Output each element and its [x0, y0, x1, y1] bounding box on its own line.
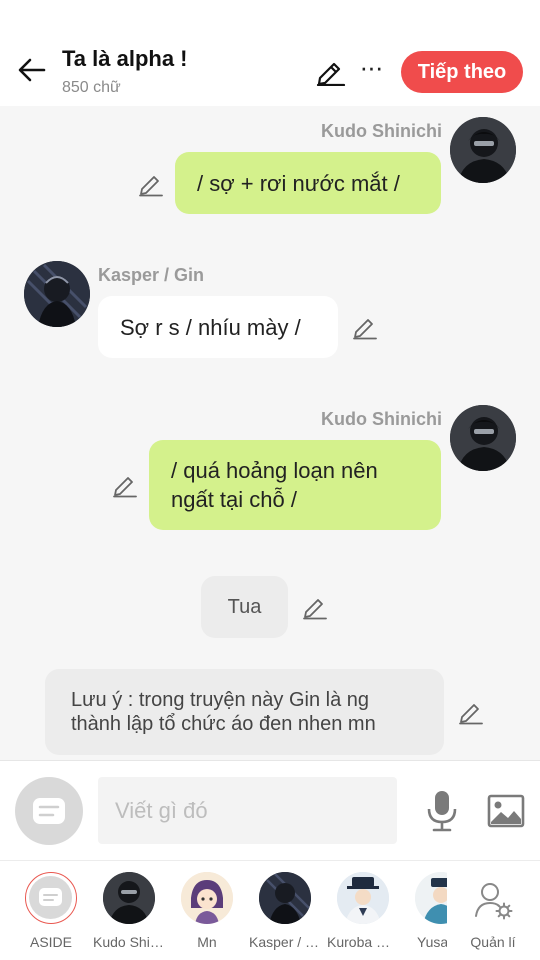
character-kudo[interactable]: Kudo Shinichi — [93, 872, 165, 958]
microphone-icon[interactable] — [424, 789, 460, 833]
message-text-line: ngất tại chỗ / — [171, 487, 297, 512]
avatar — [259, 872, 311, 924]
message-text-line: thành lập tổ chức áo đen nhen mn — [71, 713, 376, 735]
pencil-icon[interactable] — [351, 313, 379, 341]
back-arrow-icon[interactable] — [14, 52, 50, 88]
message-text: Tua — [227, 595, 262, 618]
character-mn[interactable]: Mn — [171, 872, 241, 958]
character-yusa[interactable]: Yusa — [405, 872, 447, 958]
character-kuroba[interactable]: Kuroba Kaito — [327, 872, 399, 958]
sender-name: Kudo Shinichi — [321, 121, 442, 141]
story-title: Ta là alpha ! — [62, 46, 188, 71]
pencil-icon[interactable] — [301, 593, 329, 621]
message-text: / sợ + rơi nước mắt / — [197, 170, 400, 196]
story-chat-editor: Ta là alpha ! 850 chữ ··· Tiếp theo Kudo… — [0, 0, 540, 960]
character-label: Kuroba Kaito — [327, 934, 399, 950]
aside-avatar — [25, 872, 77, 924]
avatar[interactable] — [450, 117, 516, 183]
next-button[interactable]: Tiếp theo — [401, 51, 523, 93]
avatar — [337, 872, 389, 924]
message-bubble[interactable]: Sợ r s / nhíu mày / — [98, 296, 338, 358]
avatar — [181, 872, 233, 924]
pencil-icon[interactable] — [314, 56, 348, 87]
message-bubble[interactable]: / sợ + rơi nước mắt / — [175, 152, 441, 214]
message-input[interactable] — [98, 777, 397, 844]
character-label: Kasper / Gin — [249, 934, 321, 950]
image-icon[interactable] — [486, 791, 526, 831]
character-label: Quản lí — [470, 934, 516, 950]
chat-area[interactable]: Kudo Shinichi / sợ + rơi nước mắt / Kasp… — [0, 106, 540, 760]
message-text-line: / quá hoảng loạn nên — [171, 458, 378, 483]
message-bubble[interactable]: / quá hoảng loạn nên ngất tại chỗ / — [149, 440, 441, 530]
chat-bubble-icon[interactable] — [15, 777, 83, 845]
narration-bubble[interactable]: Tua — [201, 576, 288, 638]
manage-characters[interactable]: Quản lí — [456, 872, 530, 958]
avatar[interactable] — [450, 405, 516, 471]
note-bubble[interactable]: Lưu ý : trong truyện này Gin là ng thành… — [45, 669, 444, 755]
character-label: Yusa — [417, 934, 447, 950]
avatar — [415, 872, 447, 924]
pencil-icon[interactable] — [457, 698, 485, 726]
character-bar: ASIDE Kudo Shinichi — [0, 860, 540, 960]
sender-name: Kudo Shinichi — [321, 409, 442, 429]
sender-name: Kasper / Gin — [98, 265, 205, 285]
composer — [0, 760, 540, 860]
character-label: Mn — [197, 934, 217, 950]
message-text: Sợ r s / nhíu mày / — [120, 314, 301, 340]
user-gear-icon — [473, 880, 513, 920]
message-text-line: Lưu ý : trong truyện này Gin là ng — [71, 689, 369, 711]
pencil-icon[interactable] — [111, 471, 139, 499]
avatar[interactable] — [24, 261, 90, 327]
avatar — [103, 872, 155, 924]
character-label: ASIDE — [29, 934, 72, 950]
character-aside[interactable]: ASIDE — [15, 872, 85, 958]
more-icon[interactable]: ··· — [356, 54, 386, 86]
top-bar: Ta là alpha ! 850 chữ ··· Tiếp theo — [0, 0, 540, 106]
character-label: Kudo Shinichi — [93, 934, 165, 950]
pencil-icon[interactable] — [137, 170, 165, 198]
character-kasper[interactable]: Kasper / Gin — [249, 872, 321, 958]
word-count: 850 chữ — [62, 79, 121, 96]
